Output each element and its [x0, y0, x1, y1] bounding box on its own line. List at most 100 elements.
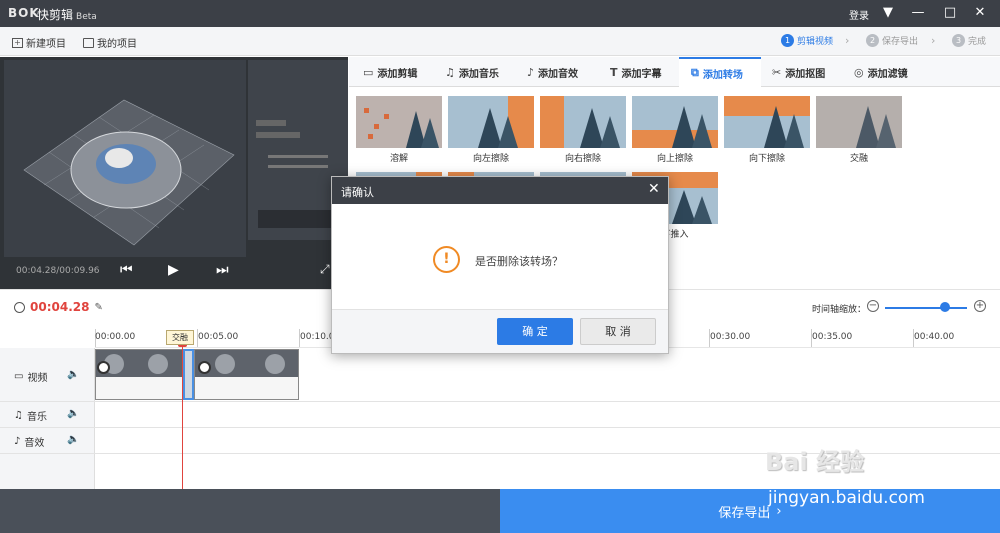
- play-icon[interactable]: ▶: [168, 262, 179, 278]
- clock-icon: [14, 301, 25, 313]
- transition-thumbnail[interactable]: [356, 96, 442, 148]
- step-number: 1: [781, 34, 794, 47]
- tab-add-sound-effect[interactable]: ♪ 添加音效: [527, 57, 607, 87]
- tab-add-cutout[interactable]: ✂ 添加抠图: [772, 57, 852, 87]
- plus-icon: +: [12, 37, 23, 48]
- tab-label: 添加剪辑: [377, 68, 418, 80]
- transition-thumbnail[interactable]: [540, 96, 626, 148]
- ruler-label: 00:35.00: [812, 332, 853, 342]
- tab-add-clip[interactable]: ▭ 添加剪辑: [363, 57, 443, 87]
- transition-thumbnail[interactable]: [632, 96, 718, 148]
- maximize-icon[interactable]: □: [940, 4, 960, 22]
- zoom-out-icon[interactable]: −: [867, 300, 879, 312]
- music-icon: ♫: [445, 65, 455, 79]
- transition-thumbnail[interactable]: [448, 96, 534, 148]
- tab-add-filter[interactable]: ◎ 添加滤镜: [854, 57, 936, 87]
- sound-effect-icon: ♪: [527, 65, 535, 79]
- warning-icon: !: [433, 246, 460, 273]
- confirm-dialog: 请确认 ✕ ! 是否删除该转场？ 确 定 取 消: [331, 176, 669, 354]
- video-clip[interactable]: [95, 349, 183, 400]
- close-icon[interactable]: ✕: [648, 181, 660, 197]
- transition-marker[interactable]: [183, 349, 194, 400]
- video-clip[interactable]: [194, 349, 299, 400]
- sound-effect-track-label: ♪ 音效: [14, 434, 44, 449]
- volume-icon[interactable]: 🔈: [67, 434, 79, 445]
- transition-thumbnail[interactable]: [724, 96, 810, 148]
- transition-label: 向下擦除: [748, 154, 785, 164]
- transition-label: 向上擦除: [656, 154, 693, 164]
- toolbar: + 新建项目 我的项目 1 剪辑视频 › 2 保存导出 › 3 完成: [0, 27, 1000, 56]
- transition-icon: ⧉: [691, 66, 699, 79]
- wipe-up-preview-image: [632, 96, 718, 148]
- tab-add-transition[interactable]: ⧉ 添加转场: [679, 57, 761, 87]
- fullscreen-icon[interactable]: ⤢: [320, 262, 330, 277]
- save-export-label: 保存导出: [718, 505, 771, 521]
- title-bar: ΒΟΚ 快剪辑 Beta 登录 ▼ — □ ✕: [0, 0, 1000, 27]
- track-name: 音乐: [26, 412, 47, 423]
- playhead[interactable]: [182, 340, 183, 490]
- step-label: 剪辑视频: [797, 37, 834, 47]
- next-frame-icon[interactable]: ⏭: [216, 262, 229, 278]
- video-preview: [0, 57, 348, 289]
- preview-scene-image: [4, 60, 246, 273]
- close-window-icon[interactable]: ✕: [970, 4, 990, 22]
- preview-frame: [4, 60, 246, 273]
- music-track[interactable]: [0, 402, 1000, 428]
- ruler-label: 00:05.00: [198, 332, 239, 342]
- ruler-label: 00:40.00: [914, 332, 955, 342]
- volume-icon[interactable]: 🔈: [67, 408, 79, 419]
- step-edit-video[interactable]: 1 剪辑视频: [781, 34, 833, 47]
- minimize-icon[interactable]: —: [908, 4, 928, 22]
- text-icon: T: [610, 65, 618, 79]
- dialog-message: 是否删除该转场？: [475, 255, 563, 268]
- dissolve-preview-image: [356, 96, 442, 148]
- step-label: 完成: [968, 37, 987, 47]
- app-logo: ΒΟΚ: [8, 6, 40, 20]
- tab-label: 添加音效: [538, 68, 579, 80]
- transition-label: 向右擦除: [564, 154, 601, 164]
- step-finish[interactable]: 3 完成: [952, 34, 986, 47]
- music-icon: ♫: [14, 410, 23, 421]
- zoom-in-icon[interactable]: +: [974, 300, 986, 312]
- my-projects-label: 我的项目: [97, 39, 137, 50]
- watermark-url: jingyan.baidu.com: [768, 488, 925, 508]
- track-name: 视频: [27, 373, 48, 384]
- current-time: 00:04.28 ✎: [14, 300, 103, 314]
- transition-link-icon[interactable]: [198, 361, 211, 374]
- step-save-export[interactable]: 2 保存导出: [866, 34, 918, 47]
- tab-label: 添加转场: [702, 69, 743, 81]
- transition-thumbnail[interactable]: [816, 96, 902, 148]
- bottom-bar: [0, 489, 500, 533]
- transition-link-icon[interactable]: [97, 361, 110, 374]
- save-export-button[interactable]: 保存导出 ›: [500, 489, 1000, 533]
- tab-add-music[interactable]: ♫ 添加音乐: [445, 57, 525, 87]
- confirm-button[interactable]: 确 定: [497, 318, 573, 345]
- step-number: 2: [866, 34, 879, 47]
- video-icon: ▭: [14, 371, 24, 382]
- menu-dropdown-icon[interactable]: ▼: [878, 4, 898, 22]
- login-link[interactable]: 登录: [849, 7, 869, 22]
- audio-waveform: [195, 377, 298, 399]
- chevron-right-icon: ›: [931, 34, 936, 47]
- feature-tabs: ▭ 添加剪辑 ♫ 添加音乐 ♪ 添加音效 T 添加字幕 ⧉ 添加转场 ✂ 添加抠图 ◎ 添加滤…: [349, 57, 1000, 87]
- edit-time-icon[interactable]: ✎: [94, 302, 102, 313]
- zoom-slider-handle[interactable]: [940, 302, 950, 312]
- cancel-button[interactable]: 取 消: [580, 318, 656, 345]
- tab-label: 添加滤镜: [867, 68, 908, 80]
- beta-badge: Beta: [76, 12, 97, 22]
- step-number: 3: [952, 34, 965, 47]
- my-projects-button[interactable]: 我的项目: [83, 35, 137, 50]
- new-project-button[interactable]: + 新建项目: [12, 35, 66, 50]
- cutout-icon: ✂: [772, 65, 782, 79]
- tab-add-subtitle[interactable]: T 添加字幕: [610, 57, 690, 87]
- chevron-right-icon: ›: [845, 34, 850, 47]
- previous-frame-icon[interactable]: ⏮: [120, 262, 133, 278]
- folder-icon: [83, 37, 94, 48]
- transition-label: 向左擦除: [472, 154, 509, 164]
- transition-label: 溶解: [389, 154, 408, 164]
- wipe-left-preview-image: [448, 96, 534, 148]
- tab-label: 添加抠图: [785, 68, 826, 80]
- transition-label: 交融: [849, 154, 868, 164]
- zoom-slider[interactable]: [885, 307, 967, 309]
- volume-icon[interactable]: 🔈: [67, 369, 79, 380]
